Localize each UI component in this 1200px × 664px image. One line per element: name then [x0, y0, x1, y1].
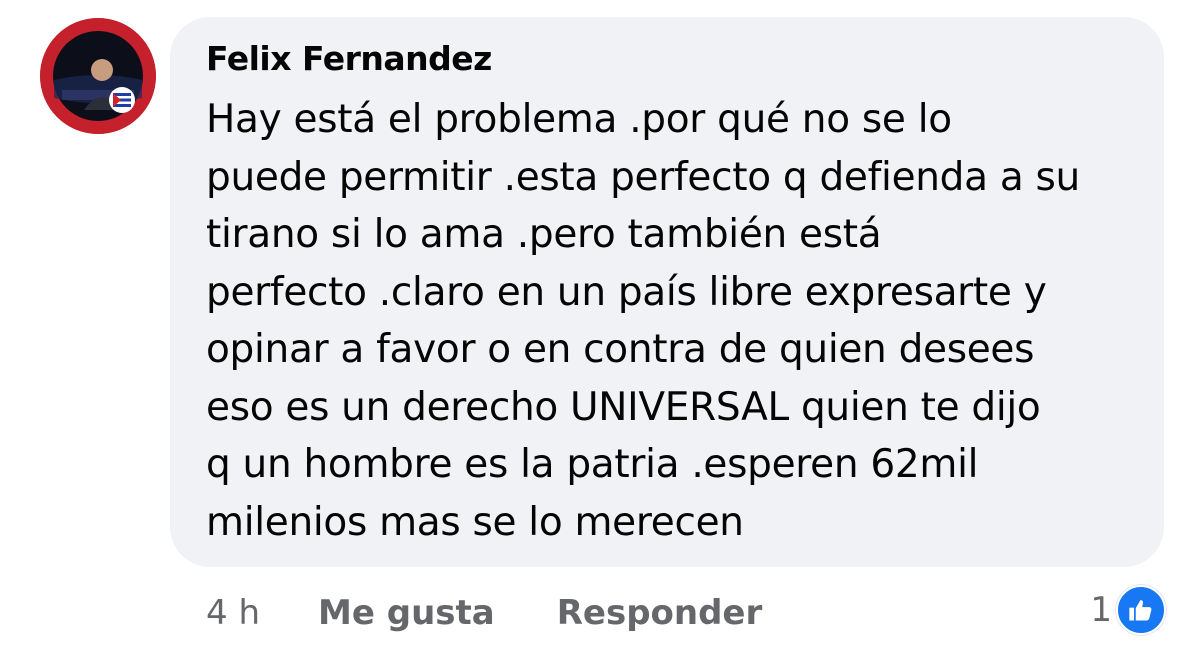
reactions-summary[interactable]: 1 — [1090, 585, 1166, 635]
thumbs-up-icon — [1116, 585, 1166, 635]
comment-bubble: Felix Fernandez Hay está el problema .po… — [170, 17, 1164, 567]
cuban-flag-badge — [113, 93, 131, 107]
comment-author[interactable]: Felix Fernandez — [206, 39, 492, 78]
avatar-image — [40, 18, 156, 134]
comment-timestamp[interactable]: 4 h — [206, 593, 260, 633]
reply-button[interactable]: Responder — [557, 593, 763, 633]
like-button[interactable]: Me gusta — [318, 593, 495, 633]
reaction-count: 1 — [1090, 590, 1112, 630]
comment-actions: 4 h Me gusta Responder — [206, 590, 762, 636]
comment-text: Hay está el problema .por qué no se lo p… — [206, 97, 1080, 545]
avatar[interactable] — [40, 18, 156, 134]
comment-container: Felix Fernandez Hay está el problema .po… — [0, 0, 1200, 664]
